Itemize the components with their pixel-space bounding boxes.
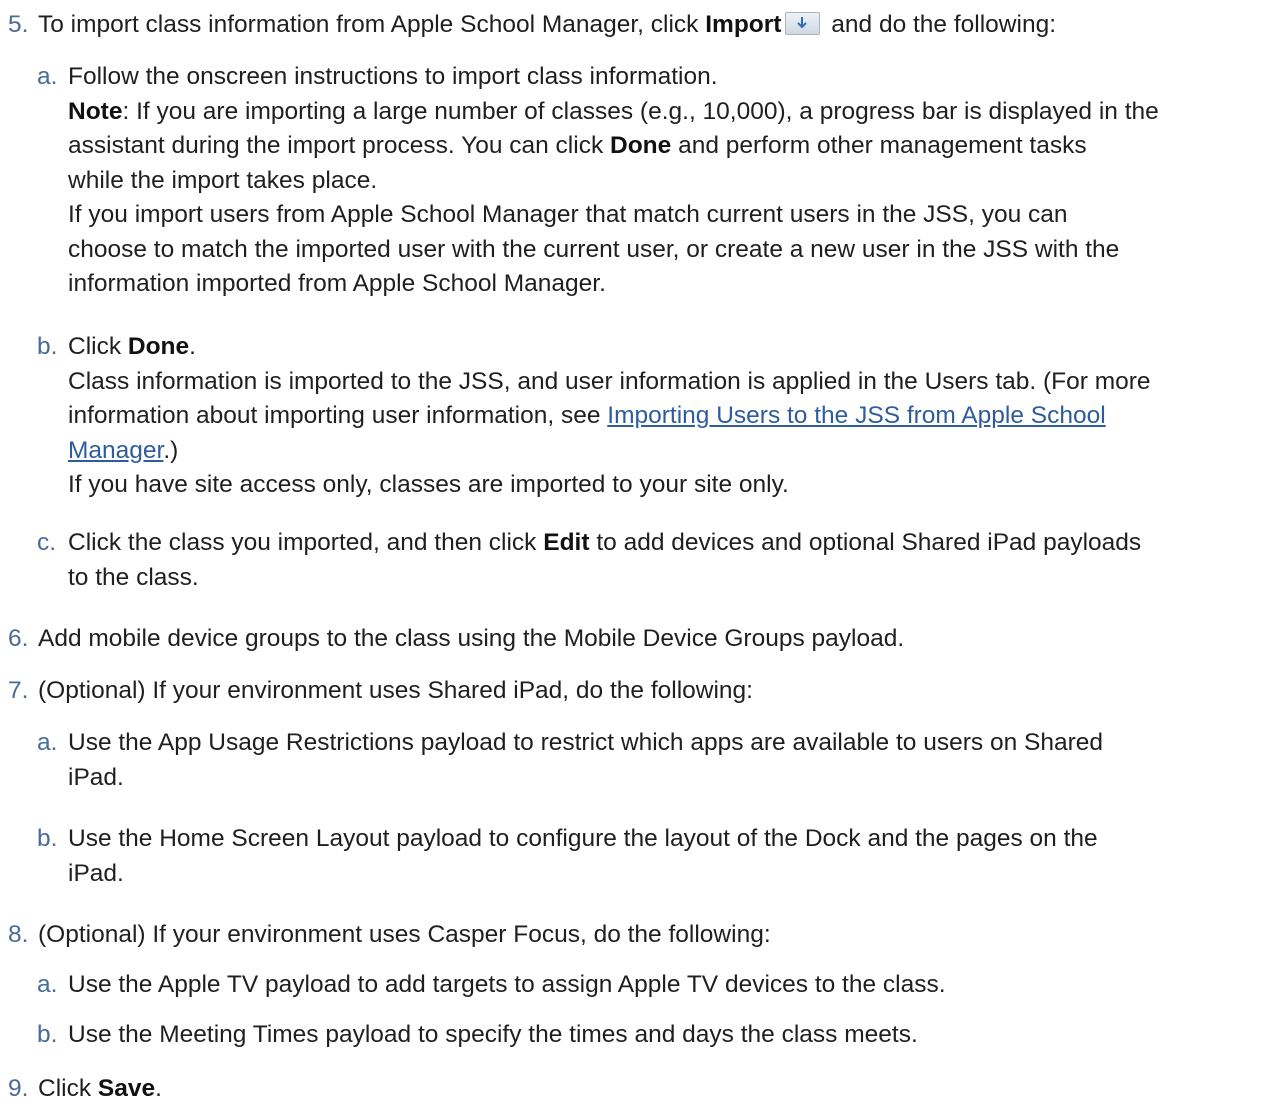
import-arrow-down-icon	[785, 12, 821, 35]
step-8a: a. Use the Apple TV payload to add target…	[37, 971, 946, 998]
step-9: 9. Click Save.	[0, 1072, 1285, 1107]
note: Note: If you are importing a large numbe…	[68, 97, 1159, 125]
step-5b: b. Click Done. Class information is impor…	[37, 333, 1151, 498]
step-number: 6.	[8, 625, 29, 652]
step-number: 9.	[8, 1075, 29, 1102]
import-label: Import	[705, 11, 782, 38]
step-5c: c. Click the class you imported, and then…	[37, 529, 1142, 591]
importing-users-link-cont[interactable]: Manager	[68, 437, 163, 464]
document-page: 5. To import class information from Apple…	[0, 0, 1285, 1115]
importing-users-link[interactable]: Importing Users to the JSS from Apple Sc…	[607, 402, 1105, 429]
step-6: 6. Add mobile device groups to the class …	[0, 622, 1285, 657]
step-7b: b. Use the Home Screen Layout payload to …	[37, 825, 1098, 887]
step-8: 8. (Optional) If your environment uses Ca…	[0, 918, 1285, 953]
step-5: 5. To import class information from Apple…	[0, 8, 1285, 43]
step-7a: a. Use the App Usage Restrictions payload…	[37, 729, 1104, 791]
step-8b: b. Use the Meeting Times payload to speci…	[37, 1021, 918, 1048]
step-5a: a. Follow the onscreen instructions to im…	[0, 60, 1285, 302]
step-7: 7. (Optional) If your environment uses Sh…	[0, 674, 1285, 709]
step-number: 7.	[8, 677, 29, 704]
step-number: 5.	[8, 11, 29, 38]
save-label: Save	[97, 1075, 156, 1102]
step-number: 8.	[8, 921, 29, 948]
